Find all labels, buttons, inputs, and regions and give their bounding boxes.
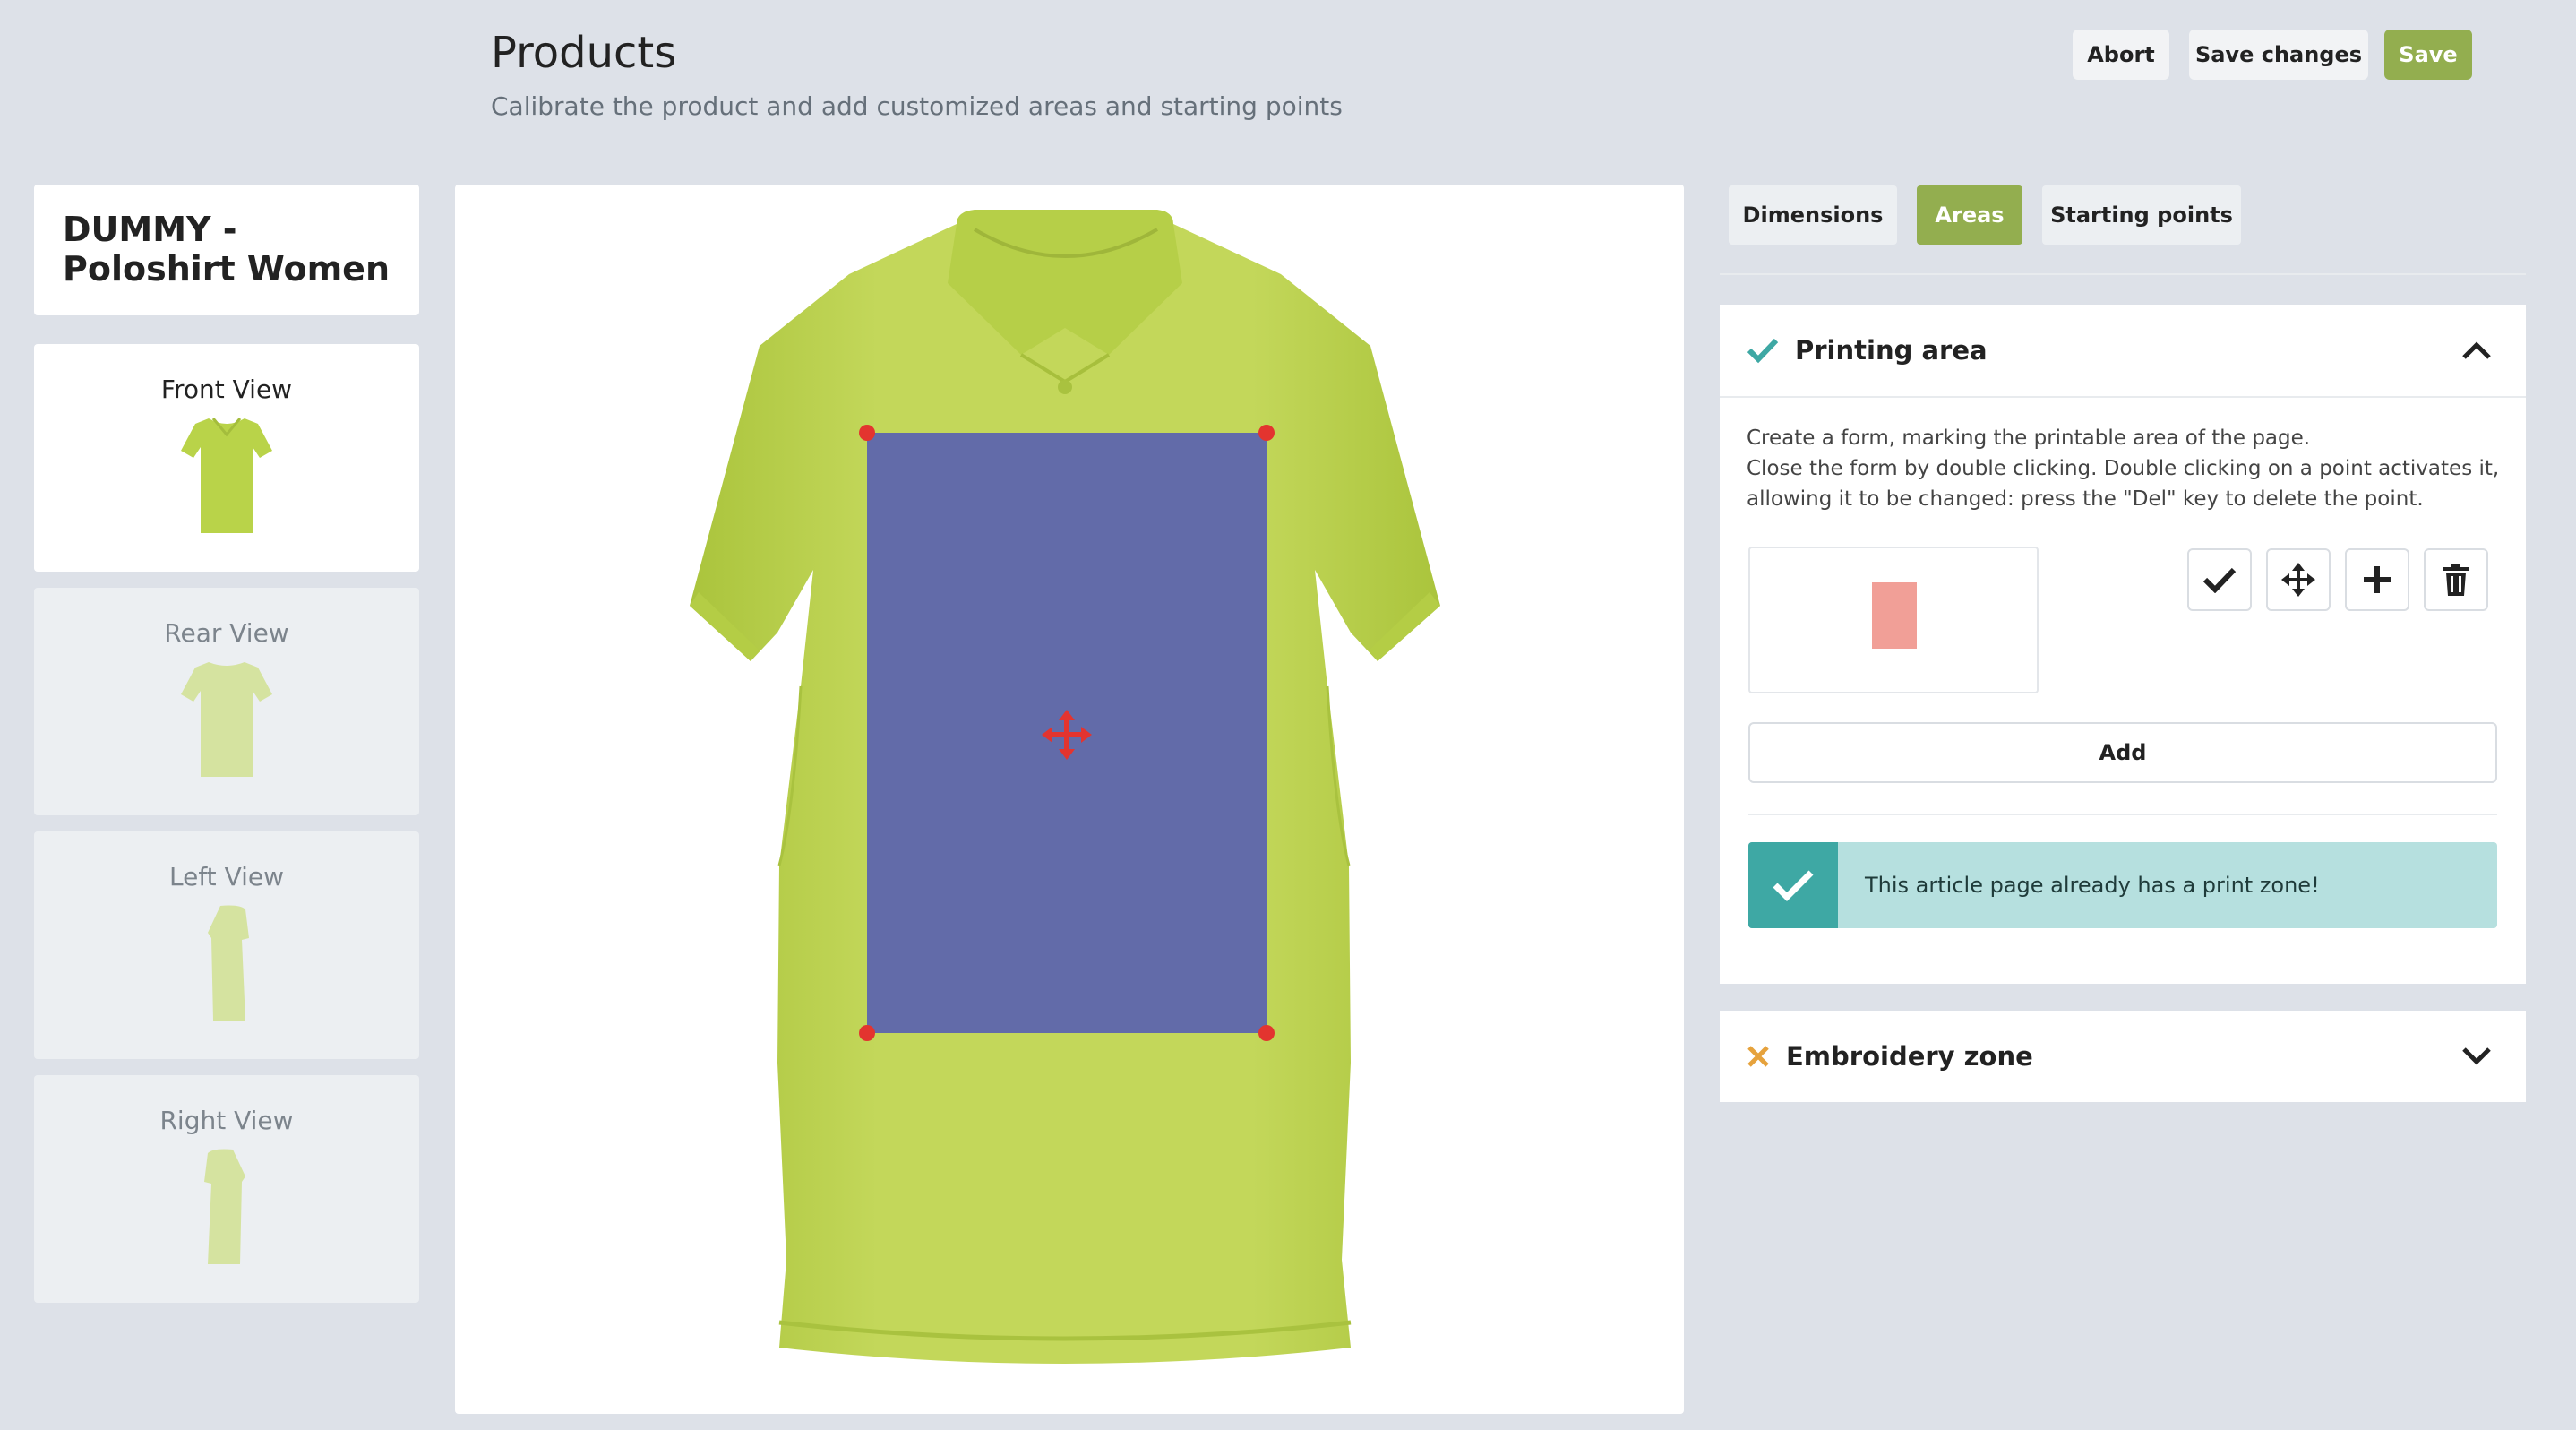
page-subtitle: Calibrate the product and add customized…: [491, 91, 1343, 121]
add-button[interactable]: Add: [1748, 722, 2497, 783]
printing-area-panel: Printing area Create a form, marking the…: [1720, 305, 2526, 984]
view-card-right[interactable]: Right View: [34, 1075, 419, 1303]
shape-preview-rectangle: [1872, 582, 1917, 649]
save-changes-button[interactable]: Save changes: [2189, 30, 2368, 80]
help-line: Close the form by double clicking. Doubl…: [1747, 457, 2500, 511]
confirm-tool-button[interactable]: [2187, 548, 2252, 611]
shape-preview: [1748, 547, 2039, 693]
product-canvas[interactable]: [455, 185, 1684, 1414]
tab-divider: [1720, 273, 2526, 275]
rear-thumbnail: [181, 662, 272, 777]
tab-areas[interactable]: Areas: [1917, 185, 2022, 245]
check-icon: [2202, 567, 2237, 593]
section-divider: [1748, 814, 2497, 815]
help-text: Create a form, marking the printable are…: [1747, 423, 2517, 514]
left-thumbnail: [208, 905, 249, 1021]
alert-icon-box: [1748, 842, 1838, 928]
product-card: DUMMY - Poloshirt Women: [34, 185, 419, 315]
corner-handle[interactable]: [859, 425, 875, 441]
corner-handle[interactable]: [1258, 1025, 1275, 1041]
page-title: Products: [491, 28, 677, 78]
tab-starting-points[interactable]: Starting points: [2042, 185, 2241, 245]
trash-icon: [2443, 564, 2469, 596]
embroidery-zone-panel: Embroidery zone: [1720, 1011, 2526, 1102]
add-point-tool-button[interactable]: [2345, 548, 2409, 611]
print-zone-alert: This article page already has a print zo…: [1748, 842, 2497, 928]
right-thumbnail: [204, 1149, 245, 1264]
view-card-rear[interactable]: Rear View: [34, 588, 419, 815]
view-label: Right View: [159, 1106, 294, 1135]
front-thumbnail: [181, 418, 272, 533]
printing-area-header[interactable]: Printing area: [1720, 305, 2526, 396]
chevron-down-icon[interactable]: [2461, 1047, 2492, 1066]
alert-text: This article page already has a print zo…: [1865, 873, 2320, 898]
chevron-up-icon[interactable]: [2461, 340, 2492, 360]
corner-handle[interactable]: [859, 1025, 875, 1041]
panel-divider: [1720, 396, 2526, 398]
embroidery-zone-title: Embroidery zone: [1786, 1041, 2033, 1072]
move-tool-button[interactable]: [2266, 548, 2331, 611]
save-button[interactable]: Save: [2384, 30, 2472, 80]
cross-icon: [1747, 1046, 1769, 1067]
abort-button[interactable]: Abort: [2073, 30, 2169, 80]
view-card-left[interactable]: Left View: [34, 831, 419, 1059]
plus-icon: [2364, 566, 2391, 593]
help-line: Create a form, marking the printable are…: [1747, 426, 2311, 450]
view-card-front[interactable]: Front View: [34, 344, 419, 572]
view-label: Left View: [168, 862, 285, 892]
tab-dimensions[interactable]: Dimensions: [1729, 185, 1897, 245]
view-label: Front View: [160, 375, 293, 404]
check-icon: [1773, 870, 1814, 901]
embroidery-zone-header[interactable]: Embroidery zone: [1720, 1011, 2526, 1102]
page-header: Products Calibrate the product and add c…: [491, 25, 1343, 121]
printing-area-title: Printing area: [1795, 335, 1988, 366]
corner-handle[interactable]: [1258, 425, 1275, 441]
view-label: Rear View: [164, 618, 289, 648]
move-icon: [2281, 563, 2315, 597]
canvas-artwork: [690, 210, 1440, 1364]
product-name: DUMMY - Poloshirt Women: [63, 210, 391, 289]
check-icon: [1747, 338, 1779, 364]
delete-tool-button[interactable]: [2424, 548, 2488, 611]
